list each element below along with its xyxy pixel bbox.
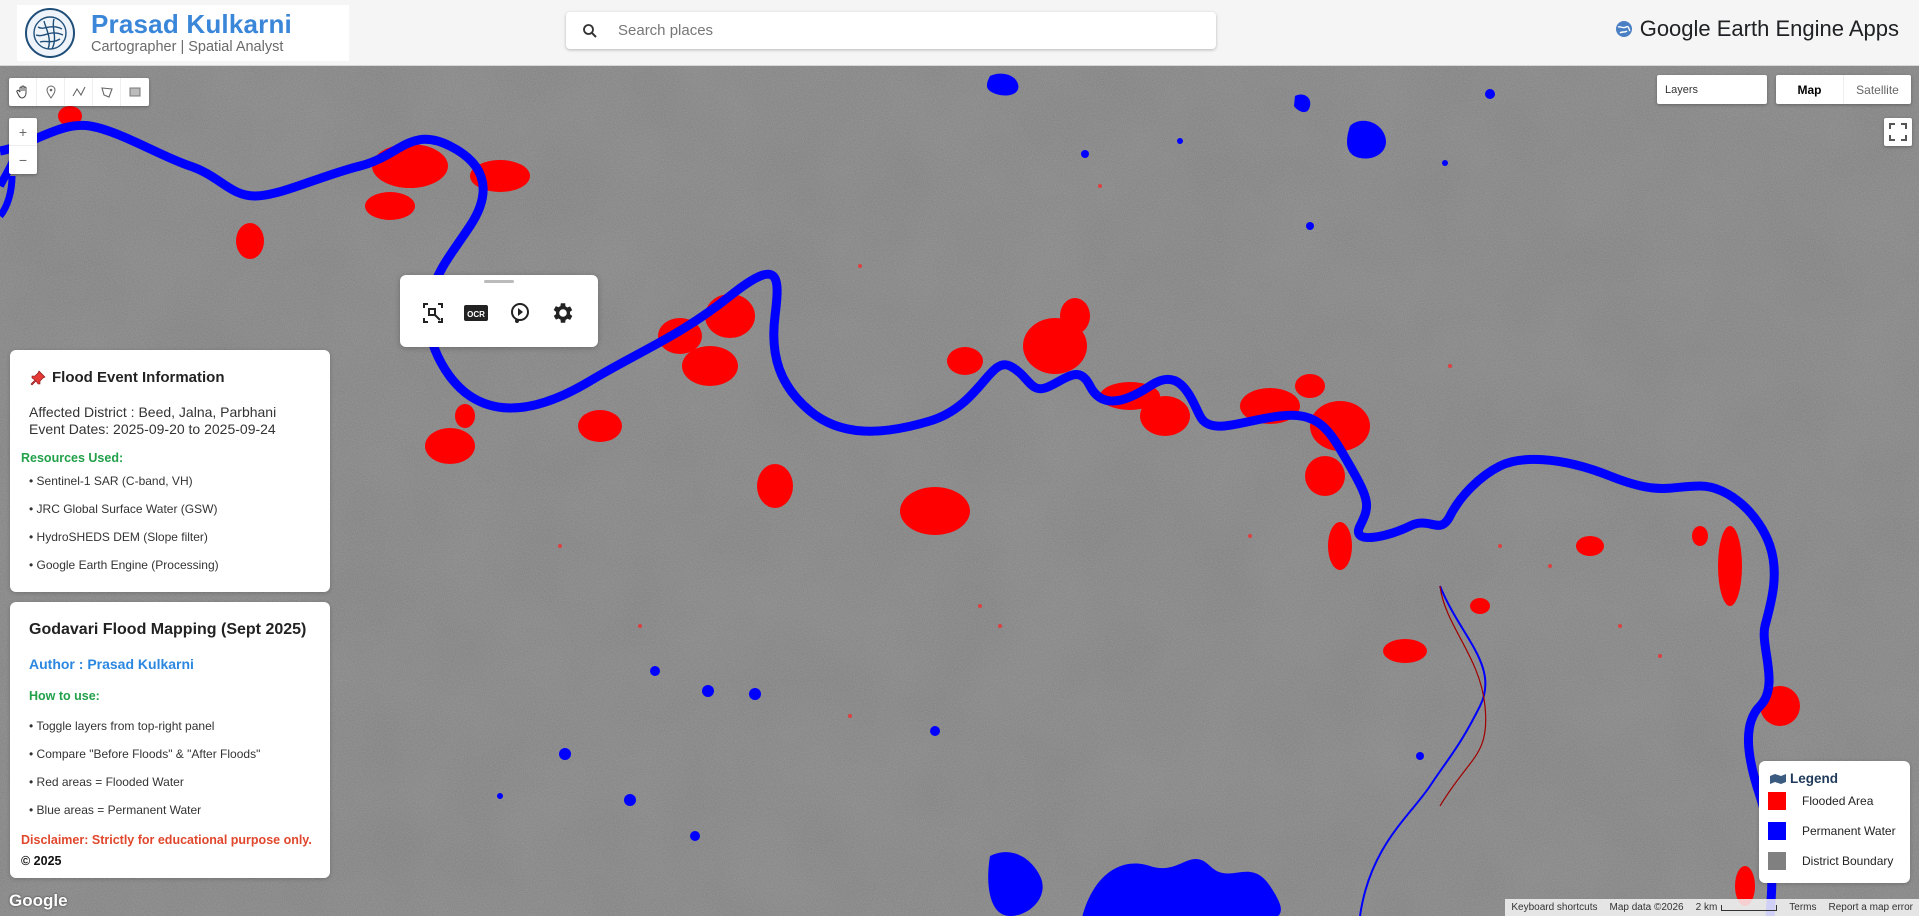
- brand-name: Prasad Kulkarni: [91, 9, 292, 40]
- flood-info-panel: Flood Event Information Affected Distric…: [10, 350, 330, 592]
- about-panel: Godavari Flood Mapping (Sept 2025) Autho…: [10, 602, 330, 878]
- app-header: Prasad Kulkarni Cartographer | Spatial A…: [0, 0, 1919, 66]
- map-canvas[interactable]: + − Layers Map Satellite OCR Flood Event…: [0, 66, 1919, 916]
- legend-label: Flooded Area: [1802, 794, 1874, 808]
- author-label: Author : Prasad Kulkarni: [29, 656, 194, 672]
- flooded-swatch: [1768, 792, 1786, 810]
- permanent-water-swatch: [1768, 822, 1786, 840]
- floating-toolbar: OCR: [400, 275, 598, 347]
- scale-label: 2 km: [1695, 902, 1718, 913]
- fullscreen-icon: [1889, 123, 1907, 141]
- map-legend-icon: [1770, 773, 1786, 784]
- settings-gear-icon[interactable]: [550, 300, 576, 326]
- scale-bar[interactable]: 2 km: [1690, 902, 1784, 913]
- legend-heading: Legend: [1769, 771, 1838, 786]
- legend-label: District Boundary: [1802, 854, 1894, 868]
- info-panel-title: Flood Event Information: [52, 369, 225, 386]
- how-to-step: • Red areas = Flooded Water: [29, 775, 184, 789]
- hand-icon[interactable]: [9, 78, 37, 106]
- gee-apps-branding[interactable]: Google Earth Engine Apps: [1614, 16, 1899, 42]
- info-panel-heading: Flood Event Information: [30, 369, 225, 386]
- scale-line: [1721, 904, 1778, 911]
- ocr-label: OCR: [467, 310, 485, 319]
- fullscreen-button[interactable]: [1884, 118, 1912, 146]
- zoom-control: + −: [9, 118, 37, 174]
- report-map-error-link[interactable]: Report a map error: [1823, 902, 1919, 913]
- drag-handle[interactable]: [484, 280, 514, 283]
- legend-title: Legend: [1790, 771, 1839, 786]
- rectangle-draw-icon[interactable]: [121, 78, 149, 106]
- terms-link[interactable]: Terms: [1783, 902, 1822, 913]
- earth-engine-icon: [1615, 21, 1632, 37]
- resource-item: • HydroSHEDS DEM (Slope filter): [29, 530, 208, 544]
- point-marker-icon[interactable]: [37, 78, 65, 106]
- resource-item: • Sentinel-1 SAR (C-band, VH): [29, 474, 193, 488]
- brand-block: Prasad Kulkarni Cartographer | Spatial A…: [17, 5, 349, 61]
- event-dates: Event Dates: 2025-09-20 to 2025-09-24: [29, 421, 276, 437]
- brand-subtitle: Cartographer | Spatial Analyst: [91, 39, 284, 56]
- map-type-control: Map Satellite: [1776, 75, 1911, 104]
- brand-logo-icon: [25, 8, 75, 58]
- app-window: Prasad Kulkarni Cartographer | Spatial A…: [0, 0, 1919, 916]
- map-type-map-button[interactable]: Map: [1776, 75, 1844, 104]
- search-box[interactable]: [566, 12, 1216, 49]
- play-circle-icon[interactable]: [507, 300, 533, 326]
- how-to-step: • Blue areas = Permanent Water: [29, 803, 202, 817]
- how-to-step: • Toggle layers from top-right panel: [29, 719, 215, 733]
- how-to-step: • Compare "Before Floods" & "After Flood…: [29, 747, 261, 761]
- ocr-icon[interactable]: OCR: [463, 300, 489, 326]
- copyright-text: © 2025: [21, 854, 62, 868]
- legend-item-flooded: Flooded Area: [1768, 792, 1873, 810]
- map-data-text: Map data ©2026: [1609, 902, 1684, 913]
- polygon-draw-icon[interactable]: [93, 78, 121, 106]
- how-to-use-heading: How to use:: [29, 689, 100, 703]
- layers-dropdown[interactable]: Layers: [1657, 75, 1767, 104]
- search-input[interactable]: [618, 22, 1178, 39]
- line-draw-icon[interactable]: [65, 78, 93, 106]
- legend-item-permanent: Permanent Water: [1768, 822, 1896, 840]
- map-attribution-bar: Keyboard shortcuts Map data ©2026 2 km T…: [1505, 899, 1919, 916]
- search-icon: [583, 23, 597, 38]
- resource-item: • JRC Global Surface Water (GSW): [29, 502, 218, 516]
- app-title: Google Earth Engine Apps: [1639, 16, 1899, 41]
- zoom-out-button[interactable]: −: [9, 146, 37, 174]
- disclaimer-text: Disclaimer: Strictly for educational pur…: [21, 833, 312, 847]
- resources-heading: Resources Used:: [21, 451, 124, 465]
- map-type-satellite-button[interactable]: Satellite: [1844, 75, 1911, 104]
- legend-panel: Legend Flooded Area Permanent Water Dist…: [1759, 761, 1910, 883]
- pushpin-icon: [30, 369, 46, 385]
- zoom-in-button[interactable]: +: [9, 118, 37, 146]
- legend-label: Permanent Water: [1802, 824, 1896, 838]
- keyboard-shortcuts-link[interactable]: Keyboard shortcuts: [1505, 902, 1603, 913]
- screen-select-icon[interactable]: [420, 300, 446, 326]
- google-logo[interactable]: Google: [9, 891, 68, 911]
- legend-item-district: District Boundary: [1768, 852, 1893, 870]
- resource-item: • Google Earth Engine (Processing): [29, 558, 219, 572]
- about-panel-title: Godavari Flood Mapping (Sept 2025): [29, 621, 307, 638]
- district-boundary-swatch: [1768, 852, 1786, 870]
- affected-district: Affected District : Beed, Jalna, Parbhan…: [29, 404, 277, 420]
- drawing-toolbar: [9, 78, 149, 106]
